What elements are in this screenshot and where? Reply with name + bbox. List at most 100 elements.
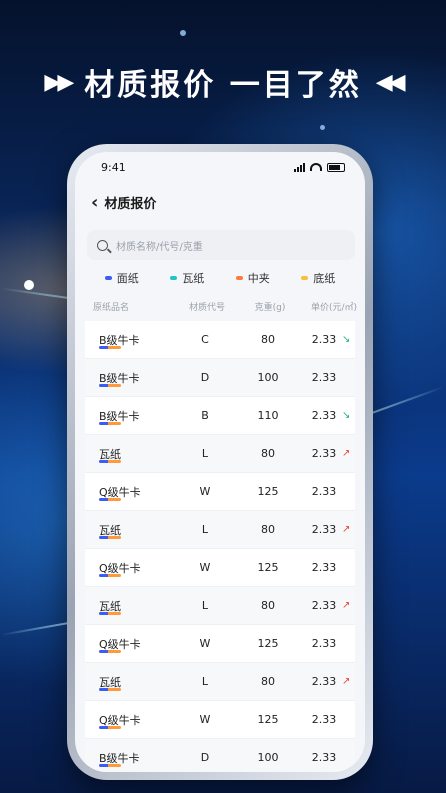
table-row[interactable]: B级牛卡 C 80 2.33 ↘: [85, 321, 355, 359]
material-color-bar: [99, 497, 121, 501]
search-bar[interactable]: 材质名称/代号/克重: [87, 230, 355, 260]
table-row[interactable]: Q级牛卡 W 125 2.33: [85, 473, 355, 511]
price-value: 2.33: [311, 675, 337, 688]
trend-up-icon: ↗: [342, 676, 351, 687]
material-code: W: [199, 637, 211, 650]
material-weight: 110: [257, 409, 279, 422]
legend-swatch: [301, 276, 309, 280]
price-value: 2.33: [311, 409, 337, 422]
material-color-bar: [99, 611, 121, 615]
trend-up-icon: ↗: [342, 524, 351, 535]
legend-item[interactable]: 瓦纸: [170, 270, 204, 286]
material-code: L: [201, 599, 209, 612]
light-dot: [320, 125, 325, 130]
material-code: W: [199, 485, 211, 498]
headline-title: 材质报价 一目了然: [84, 68, 362, 103]
wifi-icon: [310, 163, 322, 171]
table-row[interactable]: 瓦纸 L 80 2.33 ↗: [85, 663, 355, 701]
material-code: W: [199, 561, 211, 574]
legend-item[interactable]: 面纸: [104, 270, 139, 286]
legend-swatch: [170, 276, 178, 280]
material-color-bar: [99, 763, 121, 767]
price-value: 2.33: [311, 523, 337, 536]
price-cell: 2.33 ↗: [297, 447, 365, 460]
price-value: 2.33: [311, 371, 337, 384]
material-name: B级牛卡: [99, 333, 140, 347]
material-name-cell: 瓦纸: [85, 446, 171, 463]
material-name-cell: B级牛卡: [85, 332, 171, 349]
trend-down-icon: ↘: [342, 334, 351, 345]
phone-screen: 9:41 ‹ 材质报价 材质名称/代号/克重 面纸 瓦纸 中夹 底纸 原纸品名 …: [75, 152, 365, 772]
material-weight: 80: [261, 333, 275, 346]
table-row[interactable]: 瓦纸 L 80 2.33 ↗: [85, 435, 355, 473]
price-cell: 2.33: [297, 713, 365, 726]
table-row[interactable]: Q级牛卡 W 125 2.33: [85, 549, 355, 587]
phone-frame: 9:41 ‹ 材质报价 材质名称/代号/克重 面纸 瓦纸 中夹 底纸 原纸品名 …: [67, 144, 373, 780]
legend-item[interactable]: 中夹: [235, 270, 270, 286]
light-dot: [24, 280, 34, 290]
price-value: 2.33: [311, 637, 337, 650]
price-value: 2.33: [311, 599, 337, 612]
page-title: 材质报价: [104, 196, 157, 212]
table-row[interactable]: Q级牛卡 W 125 2.33: [85, 625, 355, 663]
material-name: B级牛卡: [99, 371, 140, 385]
price-cell: 2.33 ↗: [297, 675, 365, 688]
table-row[interactable]: Q级牛卡 W 125 2.33: [85, 701, 355, 739]
headline: ▶▶ 材质报价 一目了然 ◀◀: [0, 56, 446, 108]
nav-bar: ‹ 材质报价: [75, 182, 365, 222]
price-cell: 2.33 ↘: [297, 409, 365, 422]
price-cell: 2.33: [297, 561, 365, 574]
light-dot: [180, 30, 186, 36]
material-name: B级牛卡: [99, 409, 140, 423]
material-weight: 80: [261, 675, 275, 688]
price-value: 2.33: [311, 561, 337, 574]
material-name-cell: 瓦纸: [85, 522, 171, 539]
material-color-bar: [99, 649, 121, 653]
back-chevron-icon[interactable]: ‹: [91, 192, 98, 213]
legend-swatch: [235, 276, 243, 280]
column-header: 克重(g): [254, 303, 286, 313]
material-weight: 100: [257, 371, 279, 384]
table-row[interactable]: 瓦纸 L 80 2.33 ↗: [85, 511, 355, 549]
column-header: 单价(元/㎡): [310, 303, 358, 313]
material-code: C: [201, 333, 209, 346]
material-name-cell: Q级牛卡: [85, 636, 171, 653]
material-name-cell: 瓦纸: [85, 598, 171, 615]
price-value: 2.33: [311, 485, 337, 498]
legend-label: 面纸: [116, 272, 139, 285]
price-cell: 2.33 ↗: [297, 523, 365, 536]
material-code: B: [201, 409, 209, 422]
material-name: 瓦纸: [99, 675, 121, 689]
trend-down-icon: ↘: [342, 410, 351, 421]
column-header: 材质代号: [188, 303, 225, 313]
material-name-cell: Q级牛卡: [85, 560, 171, 577]
material-code: L: [201, 523, 209, 536]
material-code: D: [200, 371, 210, 384]
material-name: Q级牛卡: [99, 561, 141, 575]
material-name: 瓦纸: [99, 599, 121, 613]
material-name: Q级牛卡: [99, 637, 141, 651]
price-cell: 2.33: [297, 637, 365, 650]
search-input[interactable]: 材质名称/代号/克重: [116, 238, 203, 253]
price-cell: 2.33 ↗: [297, 599, 365, 612]
table-row[interactable]: 瓦纸 L 80 2.33 ↗: [85, 587, 355, 625]
legend-label: 中夹: [247, 272, 270, 285]
legend-item[interactable]: 底纸: [301, 270, 335, 286]
material-weight: 80: [261, 523, 275, 536]
material-name-cell: B级牛卡: [85, 408, 171, 425]
material-name: 瓦纸: [99, 523, 121, 537]
material-name-cell: Q级牛卡: [85, 712, 171, 729]
material-color-bar: [99, 535, 121, 539]
table-row[interactable]: B级牛卡 D 100 2.33: [85, 739, 355, 772]
double-chevron-left-icon: ◀◀: [375, 69, 406, 95]
battery-icon: [327, 162, 345, 172]
material-code: L: [201, 675, 209, 688]
material-name: 瓦纸: [99, 447, 121, 461]
material-color-bar: [99, 421, 121, 425]
material-name-cell: Q级牛卡: [85, 484, 171, 501]
table-row[interactable]: B级牛卡 B 110 2.33 ↘: [85, 397, 355, 435]
price-value: 2.33: [311, 333, 337, 346]
legend-label: 底纸: [313, 272, 336, 285]
table-row[interactable]: B级牛卡 D 100 2.33: [85, 359, 355, 397]
table-header: 原纸品名 材质代号 克重(g) 单价(元/㎡): [75, 290, 365, 321]
